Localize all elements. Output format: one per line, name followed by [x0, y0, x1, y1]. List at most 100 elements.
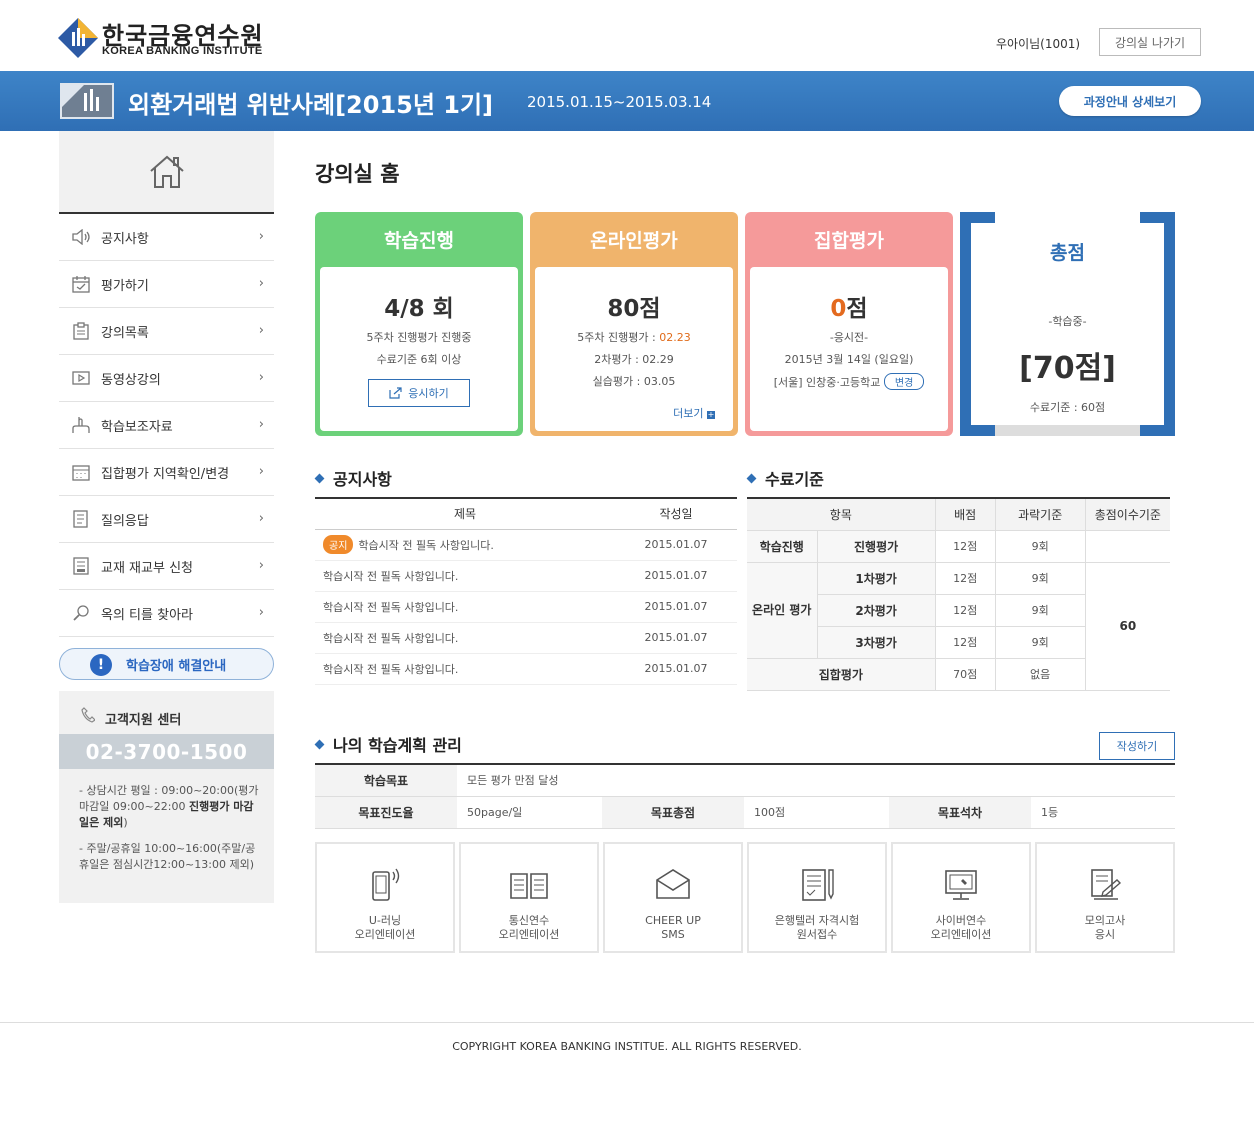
take-exam-button[interactable]: 응시하기 — [368, 379, 470, 407]
logo-english-text: KOREA BANKING INSTITUTE — [102, 45, 263, 57]
col-title: 제목 — [315, 498, 615, 530]
online-line-3: 실습평가 : 03.05 — [592, 375, 676, 388]
footer: COPYRIGHT KOREA BANKING INSTITUE. ALL RI… — [0, 1022, 1254, 1124]
criteria-total: 60 — [1084, 561, 1170, 691]
criteria-fail: 9회 — [994, 625, 1086, 659]
more-link[interactable]: 더보기 + — [673, 405, 715, 421]
course-detail-button[interactable]: 과정안내 상세보기 — [1059, 86, 1201, 116]
table-row[interactable]: 공지 학습시작 전 필독 사항입니다. 2015.01.07 — [315, 529, 737, 561]
notice-title[interactable]: 학습시작 전 필독 사항입니다. — [315, 591, 615, 623]
sidebar-item-qna[interactable]: 질의응답 › — [59, 496, 274, 543]
criteria-total-empty — [1084, 529, 1170, 563]
notice-section-title: 공지사항 — [314, 466, 392, 490]
col-date: 작성일 — [615, 498, 737, 530]
quick-correspondence[interactable]: 통신연수 오리엔테이션 — [459, 842, 599, 953]
notice-title[interactable]: 학습시작 전 필독 사항입니다. — [315, 653, 615, 685]
plan-goal: 모든 평가 만점 달성 — [457, 764, 1175, 797]
sidebar-item-notice[interactable]: 공지사항 › — [59, 214, 274, 261]
criteria-sub3: 3차평가 — [817, 625, 936, 659]
diamond-bullet-icon — [314, 473, 325, 483]
chevron-right-icon: › — [258, 323, 264, 338]
sidebar-item-label: 집합평가 지역확인/변경 — [101, 466, 230, 482]
notice-date: 2015.01.07 — [615, 622, 737, 654]
quick-cyber-training[interactable]: 사이버연수 오리엔테이션 — [891, 842, 1031, 953]
sidebar-item-video-lecture[interactable]: 동영상강의 › — [59, 355, 274, 402]
quick-teller-exam[interactable]: 은행텔러 자격시험 원서접수 — [747, 842, 887, 953]
quick-u-learning[interactable]: U-러닝 오리엔테이션 — [315, 842, 455, 953]
change-location-button[interactable]: 변경 — [883, 373, 925, 390]
copyright-text: COPYRIGHT KOREA BANKING INSTITUE. ALL RI… — [452, 1040, 802, 1053]
chevron-right-icon: › — [258, 229, 264, 244]
sidebar-item-textbook-reissue[interactable]: 교재 재교부 신청 › — [59, 543, 274, 590]
take-exam-label: 응시하기 — [408, 387, 449, 400]
notice-title[interactable]: 학습시작 전 필독 사항입니다. — [315, 560, 615, 592]
plan-goal-label: 학습목표 — [315, 764, 457, 797]
total-card-title: 총점 — [1050, 242, 1085, 264]
plan-score: 100점 — [744, 796, 889, 829]
criteria-fail: 9회 — [994, 593, 1086, 627]
monitor-icon — [945, 870, 977, 900]
criteria-sub2: 2차평가 — [817, 593, 936, 627]
criteria-online: 온라인 평가 — [747, 561, 818, 659]
top-header: 한국금융연수원 KOREA BANKING INSTITUTE 우아이님(100… — [0, 0, 1254, 71]
sidebar-item-evaluation[interactable]: 평가하기 › — [59, 261, 274, 308]
quick-cheer-up-sms[interactable]: CHEER UP SMS — [603, 842, 743, 953]
home-button[interactable] — [59, 131, 274, 214]
quick-label: U-러닝 오리엔테이션 — [354, 914, 416, 941]
progress-count: 4/8 회 — [384, 296, 454, 322]
progress-status: 5주차 진행평가 진행중 — [366, 331, 472, 344]
notice-title[interactable]: 학습시작 전 필독 사항입니다. — [315, 622, 615, 654]
progress-card-title: 학습진행 — [384, 230, 454, 252]
quick-label: CHEER UP SMS — [645, 914, 701, 941]
notice-date: 2015.01.07 — [615, 560, 737, 592]
write-plan-button[interactable]: 작성하기 — [1099, 732, 1175, 760]
plan-table: 학습목표 모든 평가 만점 달성 목표진도율 50page/일 목표총점 100… — [315, 763, 1175, 829]
criteria-progress-sub: 진행평가 — [816, 529, 936, 563]
chevron-right-icon: › — [258, 276, 264, 291]
total-status: -학습중- — [1048, 315, 1087, 328]
table-row[interactable]: 학습시작 전 필독 사항입니다. 2015.01.07 — [315, 560, 737, 592]
sidebar-item-lecture-list[interactable]: 강의목록 › — [59, 308, 274, 355]
sidebar-item-materials[interactable]: 학습보조자료 › — [59, 402, 274, 449]
progress-card: 학습진행 4/8 회 5주차 진행평가 진행중 수료기준 6회 이상 응시하기 — [315, 212, 523, 436]
notice-title[interactable]: 공지 학습시작 전 필독 사항입니다. — [315, 529, 615, 561]
table-row[interactable]: 학습시작 전 필독 사항입니다. 2015.01.07 — [315, 591, 737, 623]
sidebar-item-group-region[interactable]: 집합평가 지역확인/변경 › — [59, 449, 274, 496]
mobile-icon — [372, 868, 400, 901]
sidebar: 공지사항 › 평가하기 › 강의목록 › 동영상강의 › 학습보조자료 › 집합… — [59, 131, 274, 903]
table-row[interactable]: 학습시작 전 필독 사항입니다. 2015.01.07 — [315, 653, 737, 685]
notice-date: 2015.01.07 — [615, 529, 737, 561]
cs-phone-number: 02-3700-1500 — [59, 734, 274, 769]
plan-rate: 50page/일 — [457, 796, 602, 829]
quick-mock-exam[interactable]: 모의고사 응시 — [1035, 842, 1175, 953]
cs-hours-weekend: - 주말/공휴일 10:00~16:00(주말/공휴일은 점심시간12:00~1… — [79, 842, 256, 871]
exit-classroom-button[interactable]: 강의실 나가기 — [1099, 28, 1201, 56]
total-criteria: 수료기준 : 60점 — [1029, 401, 1106, 414]
table-header-row: 제목 작성일 — [315, 498, 737, 530]
learning-help-button[interactable]: ! 학습장애 해결안내 — [59, 648, 274, 680]
course-chart-icon — [60, 83, 114, 119]
col-fail: 과락기준 — [994, 498, 1086, 531]
sidebar-item-find-errors[interactable]: 옥의 티를 찾아라 › — [59, 590, 274, 637]
chevron-right-icon: › — [258, 464, 264, 479]
exam-icon — [1091, 869, 1122, 900]
help-label: 학습장애 해결안내 — [126, 658, 227, 674]
group-card-title: 집합평가 — [814, 230, 884, 252]
page-title: 강의실 홈 — [315, 162, 400, 186]
criteria-points: 12점 — [934, 561, 996, 595]
quick-label: 사이버연수 오리엔테이션 — [930, 914, 992, 941]
chevron-right-icon: › — [258, 605, 264, 620]
sidebar-item-label: 질의응답 — [101, 513, 149, 529]
criteria-points: 12점 — [934, 625, 996, 659]
table-row[interactable]: 학습시작 전 필독 사항입니다. 2015.01.07 — [315, 622, 737, 654]
group-date: 2015년 3월 14일 (일요일) — [784, 353, 914, 366]
external-link-icon — [389, 387, 402, 399]
criteria-points: 70점 — [934, 657, 996, 691]
sidebar-item-label: 공지사항 — [101, 231, 149, 247]
calendar-grid-icon — [71, 463, 91, 481]
open-book-icon — [510, 873, 548, 899]
criteria-points: 12점 — [934, 529, 996, 563]
site-logo[interactable]: 한국금융연수원 KOREA BANKING INSTITUTE — [58, 16, 278, 60]
notice-table: 제목 작성일 공지 학습시작 전 필독 사항입니다. 2015.01.07 학습시… — [315, 497, 737, 685]
online-eval-card: 온라인평가 80점 5주차 진행평가 : 02.23 2차평가 : 02.29 … — [530, 212, 738, 436]
